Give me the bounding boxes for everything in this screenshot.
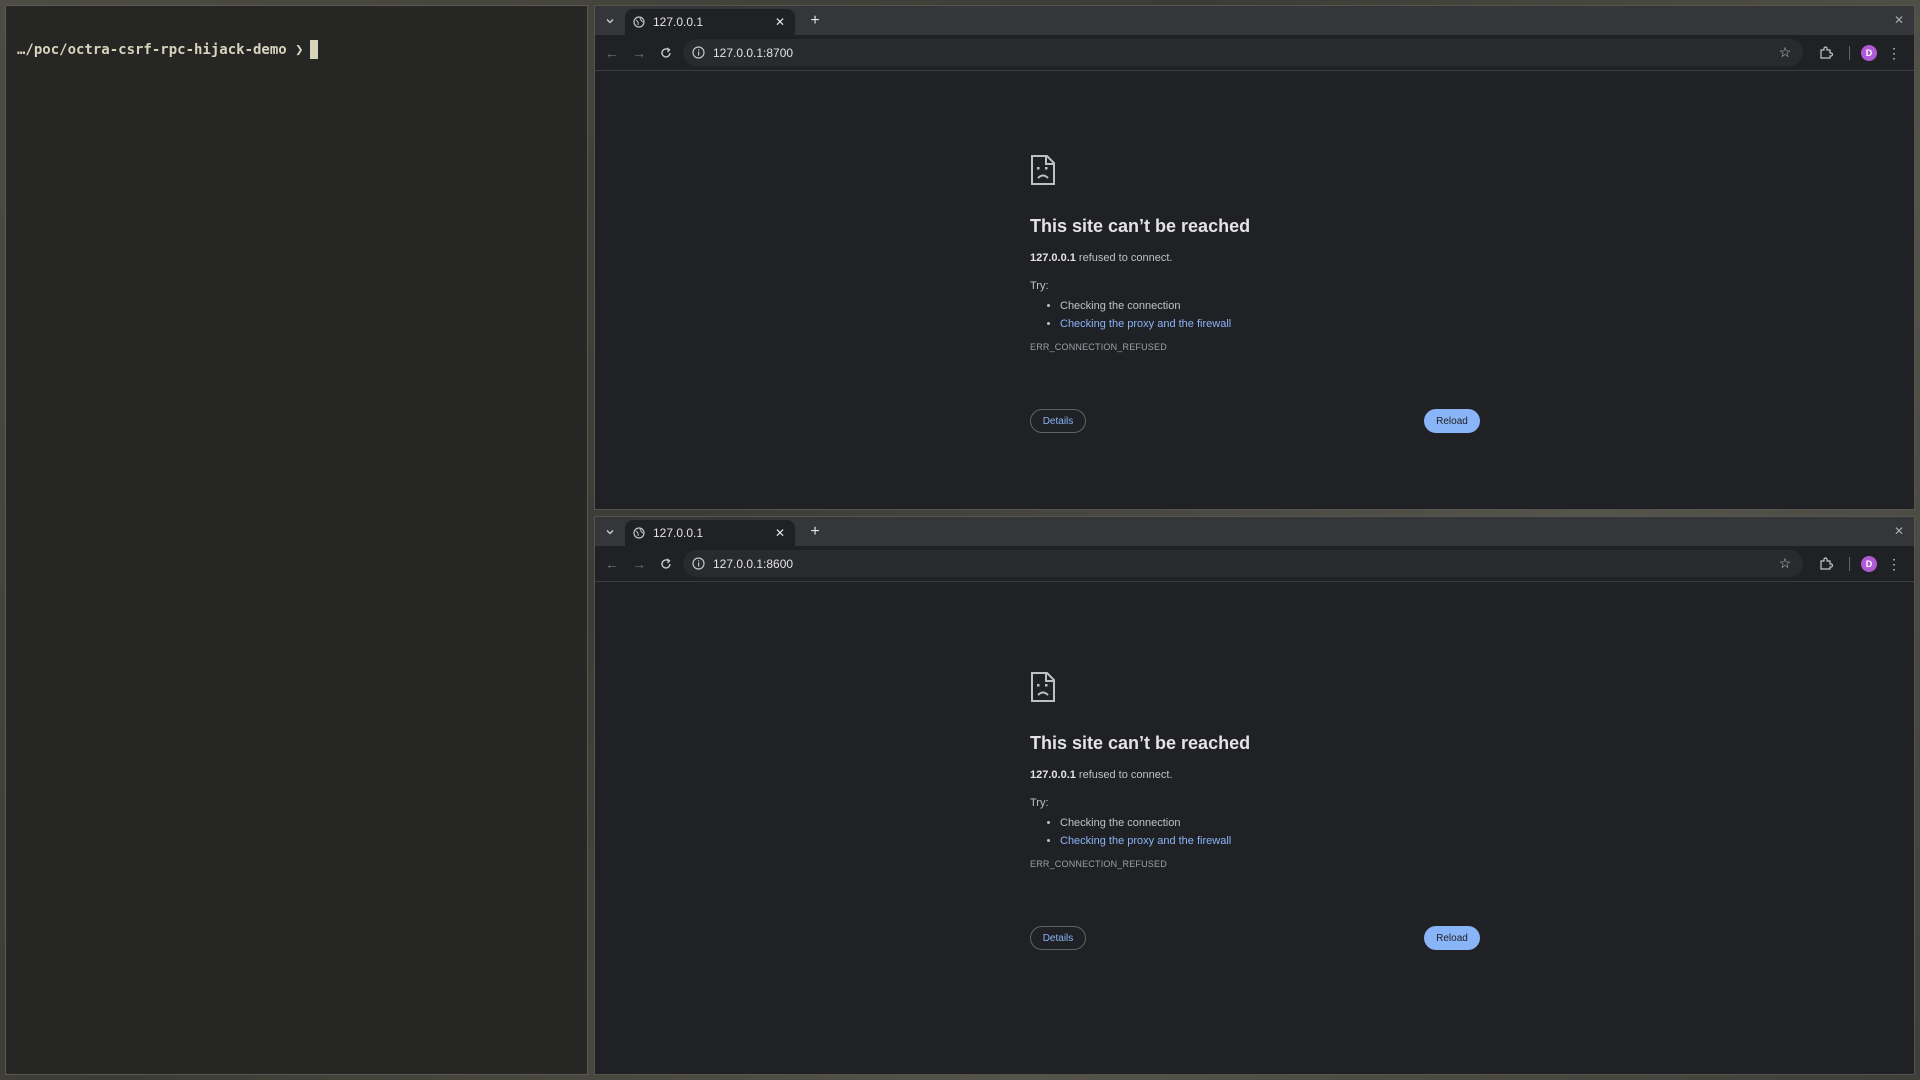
page-content: This site can’t be reached 127.0.0.1 ref… [595, 582, 1914, 1074]
browser-toolbar: ← → 127.0.0.1:8700 ☆ D ⋮ [595, 35, 1914, 71]
address-url: 127.0.0.1:8600 [713, 556, 794, 571]
terminal-prompt: …/poc/octra-csrf-rpc-hijack-demo ❯ [17, 41, 304, 58]
browser-menu-icon[interactable]: ⋮ [1885, 555, 1903, 573]
window-close-icon[interactable]: ✕ [1892, 524, 1906, 538]
site-info-icon[interactable] [691, 557, 705, 571]
reload-button[interactable]: Reload [1424, 409, 1480, 433]
proxy-firewall-link[interactable]: Checking the proxy and the firewall [1060, 835, 1231, 847]
suggestion-item: Checking the proxy and the firewall [1060, 318, 1480, 330]
browser-window-top: 127.0.0.1 ✕ + ✕ ← → 127.0.0.1:8700 ☆ D ⋮… [594, 5, 1915, 510]
tab-search-dropdown-icon[interactable] [601, 523, 619, 541]
terminal-window[interactable]: …/poc/octra-csrf-rpc-hijack-demo ❯ [5, 5, 588, 1075]
forward-icon[interactable]: → [630, 555, 648, 573]
address-url: 127.0.0.1:8700 [713, 45, 794, 60]
address-bar[interactable]: 127.0.0.1:8600 ☆ [683, 550, 1803, 577]
suggestion-item: Checking the connection [1060, 817, 1480, 829]
details-button[interactable]: Details [1030, 409, 1086, 433]
terminal-prompt-line[interactable]: …/poc/octra-csrf-rpc-hijack-demo ❯ [17, 40, 318, 59]
tab-strip: 127.0.0.1 ✕ + ✕ [595, 6, 1914, 35]
browser-menu-icon[interactable]: ⋮ [1885, 44, 1903, 62]
window-close-icon[interactable]: ✕ [1892, 13, 1906, 27]
error-host: 127.0.0.1 [1030, 769, 1076, 781]
address-bar[interactable]: 127.0.0.1:8700 ☆ [683, 39, 1803, 66]
reload-icon[interactable] [657, 555, 675, 573]
suggestions-list: Checking the connection Checking the pro… [1030, 300, 1480, 330]
toolbar-separator [1849, 557, 1850, 571]
toolbar-separator [1849, 46, 1850, 60]
proxy-firewall-link[interactable]: Checking the proxy and the firewall [1060, 318, 1231, 330]
try-label: Try: [1030, 797, 1049, 809]
back-icon[interactable]: ← [603, 44, 621, 62]
bookmark-star-icon[interactable]: ☆ [1777, 44, 1793, 60]
error-code: ERR_CONNECTION_REFUSED [1030, 342, 1167, 352]
suggestions-list: Checking the connection Checking the pro… [1030, 817, 1480, 847]
suggestion-item: Checking the connection [1060, 300, 1480, 312]
new-tab-icon[interactable]: + [806, 12, 824, 30]
page-content: This site can’t be reached 127.0.0.1 ref… [595, 71, 1914, 509]
new-tab-icon[interactable]: + [806, 523, 824, 541]
extensions-icon[interactable] [1817, 44, 1835, 62]
reload-button[interactable]: Reload [1424, 926, 1480, 950]
browser-window-bottom: 127.0.0.1 ✕ + ✕ ← → 127.0.0.1:8600 ☆ D ⋮… [594, 516, 1915, 1075]
try-label: Try: [1030, 280, 1049, 292]
globe-icon [633, 16, 645, 28]
sad-page-icon [1031, 672, 1055, 702]
error-code: ERR_CONNECTION_REFUSED [1030, 859, 1167, 869]
browser-toolbar: ← → 127.0.0.1:8600 ☆ D ⋮ [595, 546, 1914, 582]
desktop: …/poc/octra-csrf-rpc-hijack-demo ❯ 127.0… [0, 0, 1920, 1080]
extensions-icon[interactable] [1817, 555, 1835, 573]
error-message: refused to connect. [1075, 252, 1173, 264]
details-button[interactable]: Details [1030, 926, 1086, 950]
profile-avatar[interactable]: D [1861, 556, 1877, 572]
bookmark-star-icon[interactable]: ☆ [1777, 555, 1793, 571]
error-message: refused to connect. [1075, 769, 1173, 781]
error-title: This site can’t be reached [1030, 216, 1251, 236]
tab-close-icon[interactable]: ✕ [773, 15, 787, 29]
site-info-icon[interactable] [691, 46, 705, 60]
tab-active[interactable]: 127.0.0.1 ✕ [625, 520, 795, 546]
error-description: 127.0.0.1 refused to connect. [1030, 769, 1480, 781]
reload-icon[interactable] [657, 44, 675, 62]
suggestion-item: Checking the proxy and the firewall [1060, 835, 1480, 847]
error-title: This site can’t be reached [1030, 733, 1251, 753]
error-panel: This site can’t be reached 127.0.0.1 ref… [1030, 154, 1480, 352]
tab-close-icon[interactable]: ✕ [773, 526, 787, 540]
tab-search-dropdown-icon[interactable] [601, 12, 619, 30]
globe-icon [633, 527, 645, 539]
profile-avatar[interactable]: D [1861, 45, 1877, 61]
terminal-cursor [309, 40, 318, 59]
error-host: 127.0.0.1 [1030, 252, 1076, 264]
tab-title: 127.0.0.1 [653, 15, 704, 29]
error-panel: This site can’t be reached 127.0.0.1 ref… [1030, 671, 1480, 869]
back-icon[interactable]: ← [603, 555, 621, 573]
tab-strip: 127.0.0.1 ✕ + ✕ [595, 517, 1914, 546]
tab-title: 127.0.0.1 [653, 526, 704, 540]
sad-page-icon [1031, 155, 1055, 185]
tab-active[interactable]: 127.0.0.1 ✕ [625, 9, 795, 35]
error-description: 127.0.0.1 refused to connect. [1030, 252, 1480, 264]
forward-icon[interactable]: → [630, 44, 648, 62]
